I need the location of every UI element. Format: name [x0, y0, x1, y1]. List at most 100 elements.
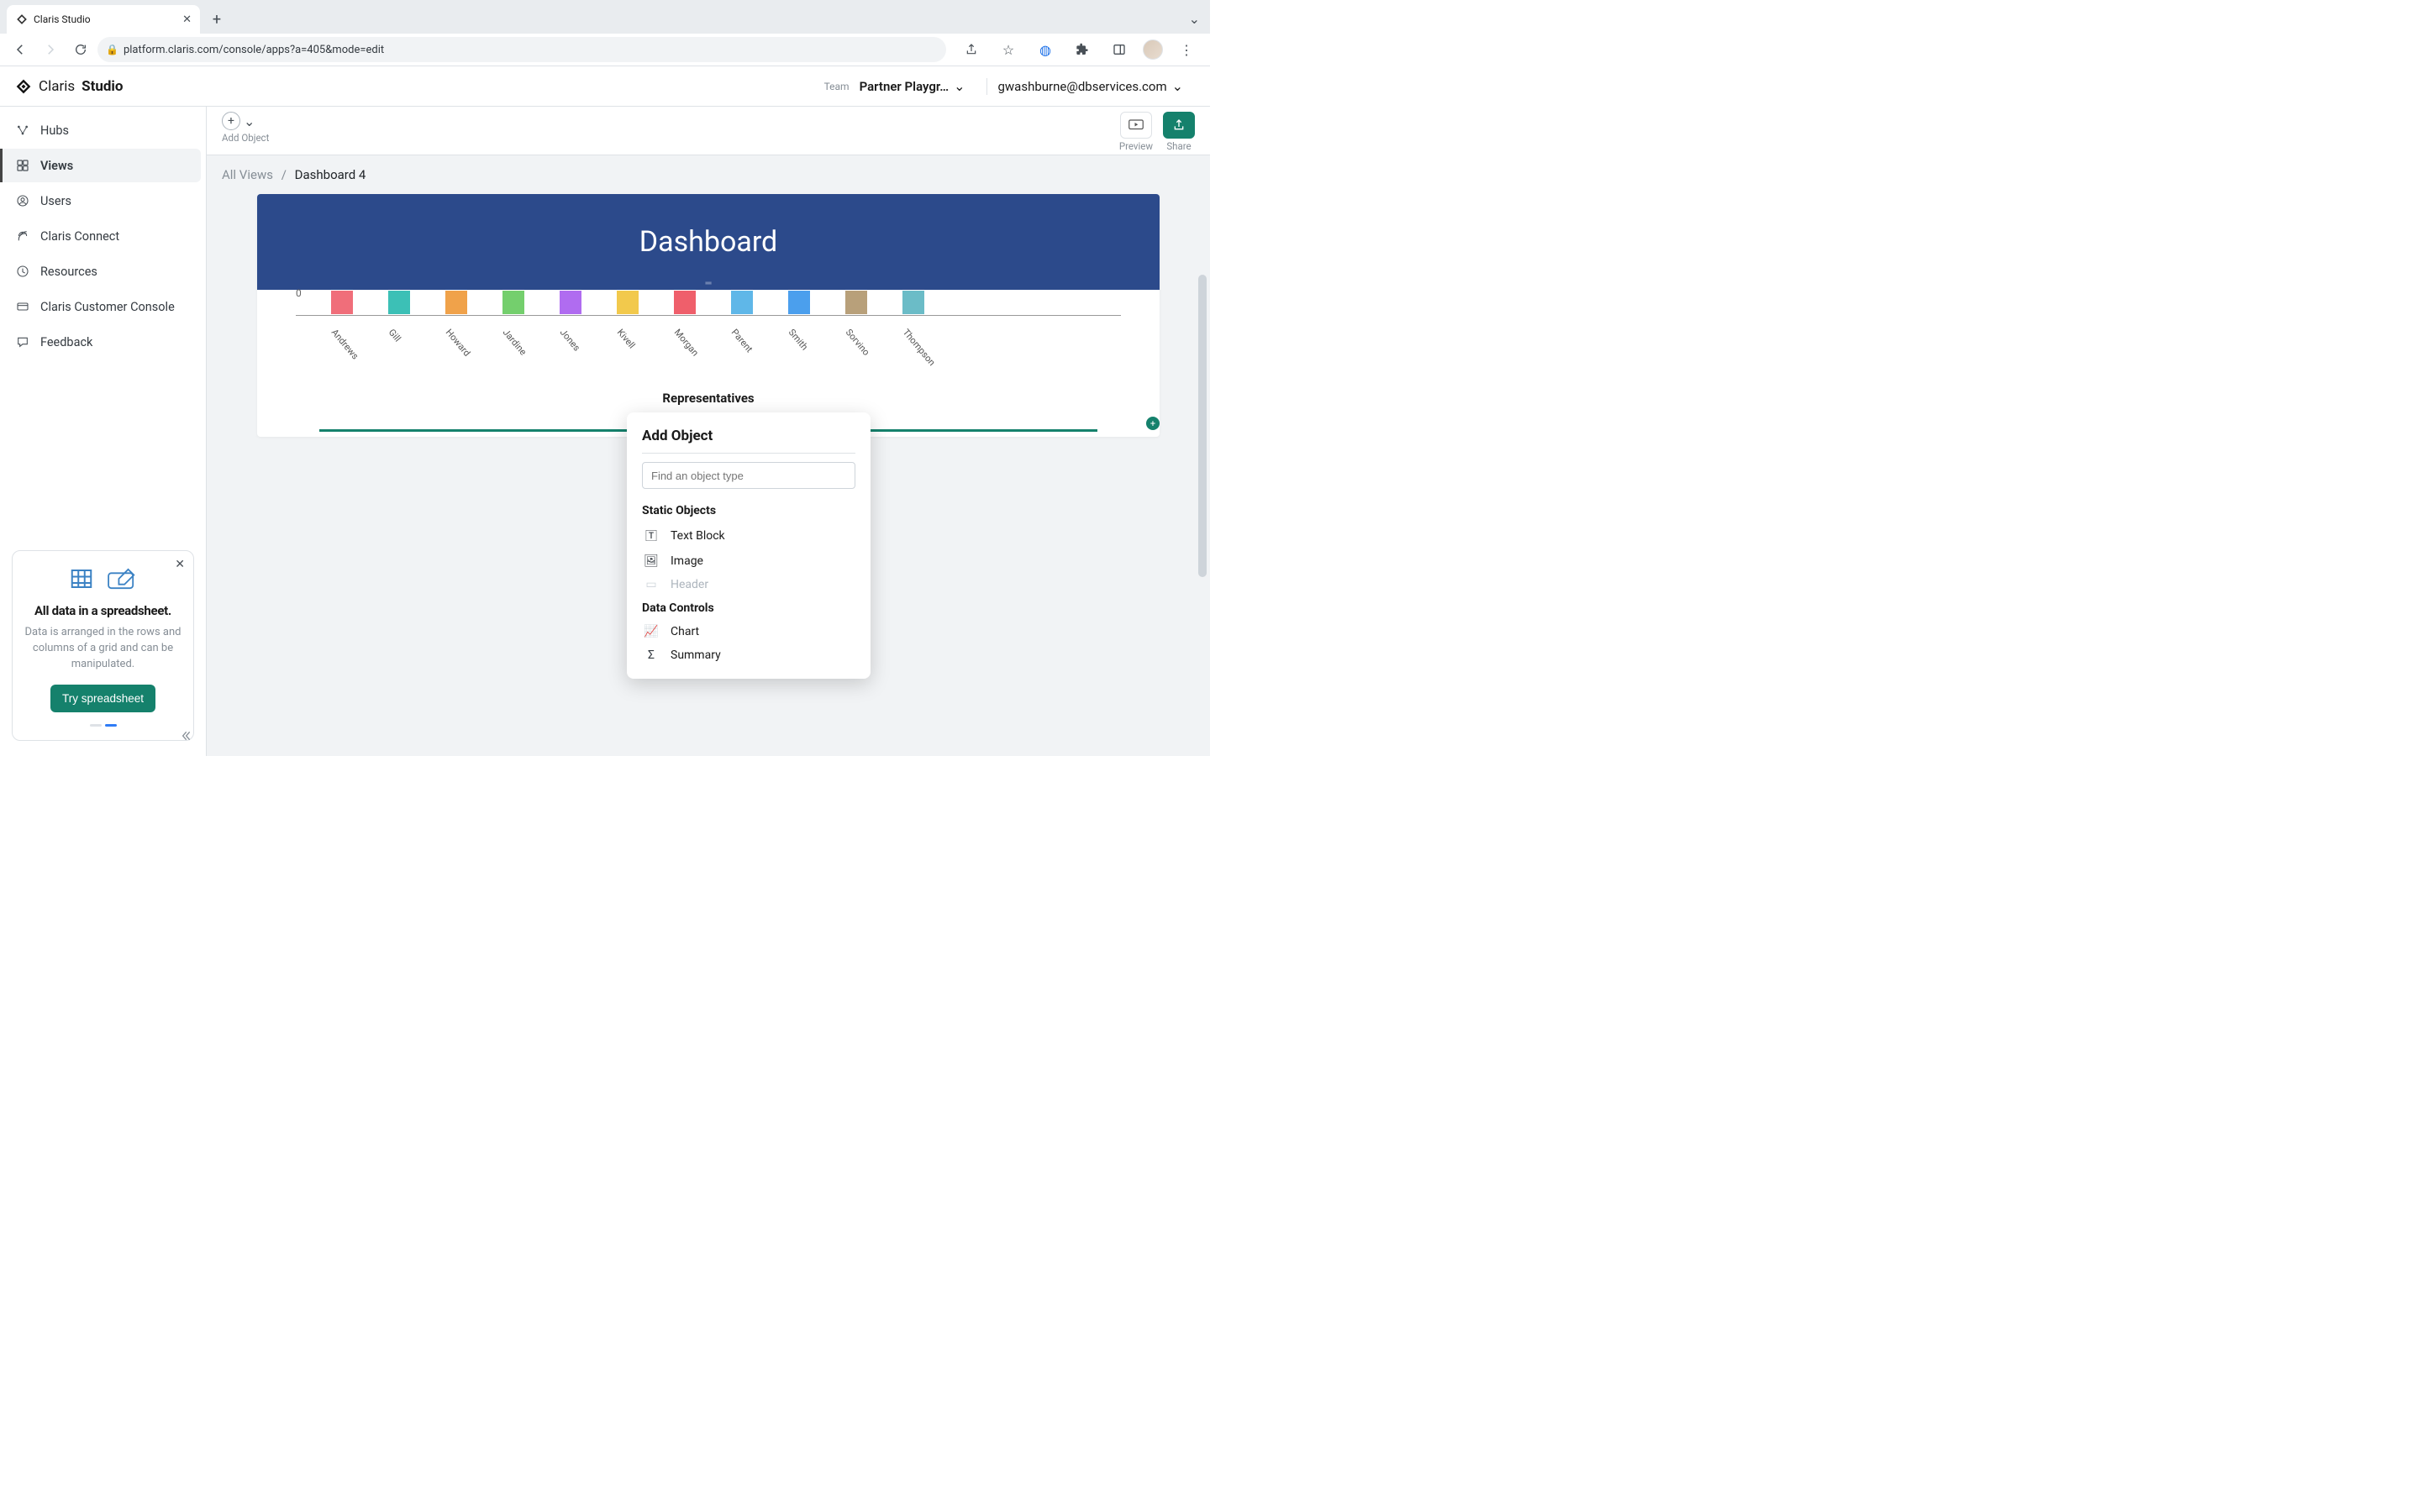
extensions-icon[interactable] — [1069, 36, 1096, 63]
share-icon[interactable] — [958, 36, 985, 63]
chart-bar — [445, 291, 467, 314]
breadcrumb-sep: / — [281, 167, 287, 182]
popover-option-label: Image — [671, 554, 703, 568]
chart-block[interactable]: 0 AndrewsGillHowardJardineJonesKivellMor… — [257, 315, 1160, 423]
lock-icon: 🔒 — [106, 44, 118, 55]
user-menu[interactable]: gwashburne@dbservices.com ⌄ — [997, 78, 1183, 94]
profile-avatar[interactable] — [1143, 39, 1163, 60]
preview-label: Preview — [1119, 140, 1153, 152]
sidebar-item-feedback[interactable]: Feedback — [5, 325, 201, 359]
sidebar-item-views[interactable]: Views — [0, 149, 201, 182]
sidebar-item-label: Feedback — [40, 335, 92, 349]
popover-group-label: Data Controls — [642, 601, 855, 615]
add-object-popover: Add Object Static Objects 🅃Text Block 🖼 Ima… — [627, 412, 871, 679]
header-icon: ▭ — [644, 578, 659, 591]
edit-card-icon — [108, 566, 139, 591]
x-tick-label: Parent — [723, 319, 745, 343]
sidebar-item-hubs[interactable]: Hubs — [5, 113, 201, 147]
content-toolbar: +⌄ Add Object Preview Share — [207, 107, 1210, 155]
promo-pagination[interactable] — [24, 724, 182, 727]
x-tick-label: Jardine — [494, 319, 517, 343]
sidebar-item-resources[interactable]: Resources — [5, 255, 201, 288]
add-object-label: Add Object — [222, 132, 269, 144]
search-input[interactable] — [642, 462, 855, 489]
team-picker[interactable]: Team Partner Playgr… ⌄ — [824, 78, 965, 94]
x-tick-label: Jones — [551, 319, 574, 343]
popover-option-text[interactable]: 🅃Text Block — [642, 522, 855, 549]
sidebar-item-label: Views — [40, 159, 73, 173]
popover-option-label: Text Block — [671, 529, 725, 543]
brand-logo[interactable]: Claris Studio — [15, 78, 124, 95]
resources-icon — [15, 265, 30, 278]
close-tab-icon[interactable]: ✕ — [182, 13, 192, 26]
team-name: Partner Playgr… — [860, 79, 950, 94]
close-icon[interactable]: ✕ — [175, 558, 185, 571]
x-tick-label: Smith — [780, 319, 802, 343]
popover-title: Add Object — [642, 428, 855, 444]
sidebar-item-label: Claris Connect — [40, 229, 119, 244]
browser-tab[interactable]: Claris Studio ✕ — [7, 5, 200, 34]
x-tick-label: Andrews — [323, 319, 345, 343]
image-icon: 🖼 — [644, 554, 659, 568]
brand-word2: Studio — [82, 78, 123, 95]
chevron-down-icon: ⌄ — [244, 113, 255, 129]
address-bar[interactable]: 🔒 platform.claris.com/console/apps?a=405… — [97, 37, 946, 62]
promo-body: Data is arranged in the rows and columns… — [24, 625, 182, 673]
new-tab-button[interactable]: + — [205, 8, 229, 31]
reload-button[interactable] — [67, 36, 94, 63]
extension-1password-icon[interactable]: ◍ — [1032, 36, 1059, 63]
popover-option-label: Summary — [671, 648, 721, 662]
chart-bar — [331, 291, 353, 314]
share-button[interactable]: Share — [1163, 112, 1195, 152]
dashboard-page: Dashboard ═ 0 AndrewsGillHowardJardineJo… — [257, 194, 1160, 437]
users-icon — [15, 194, 30, 207]
chevron-down-icon: ⌄ — [954, 78, 965, 94]
preview-button[interactable]: Preview — [1119, 112, 1153, 152]
sidebar-item-connect[interactable]: Claris Connect — [5, 219, 201, 253]
chart-bar — [502, 291, 524, 314]
summary-icon: Σ — [644, 648, 659, 662]
forward-button[interactable] — [37, 36, 64, 63]
promo-card: ✕ All data in a spreadsheet. Data is arr… — [12, 550, 194, 741]
chart-bar — [674, 291, 696, 314]
content-area: +⌄ Add Object Preview Share All Views / … — [207, 107, 1210, 756]
sidebar-item-console[interactable]: Claris Customer Console — [5, 290, 201, 323]
popover-option-label: Header — [671, 578, 708, 591]
breadcrumb-root[interactable]: All Views — [222, 167, 273, 182]
popover-option-chart[interactable]: 📈Chart — [642, 620, 855, 643]
tabs-caret-icon[interactable]: ⌄ — [1189, 11, 1200, 27]
chart-title: Representatives — [296, 391, 1121, 406]
sidebar-item-label: Users — [40, 194, 71, 208]
popover-option-summary[interactable]: Σ Summary — [642, 643, 855, 667]
promo-cta-button[interactable]: Try spreadsheet — [50, 685, 155, 712]
chart-bar — [731, 291, 753, 314]
sidepanel-icon[interactable] — [1106, 36, 1133, 63]
browser-chrome: Claris Studio ✕ + ⌄ 🔒 platform.claris.co… — [0, 0, 1210, 66]
sidebar-item-label: Resources — [40, 265, 97, 279]
x-tick-label: Kivell — [608, 319, 631, 343]
bookmark-icon[interactable]: ☆ — [995, 36, 1022, 63]
collapse-sidebar-icon[interactable] — [179, 729, 192, 743]
popover-group-label: Static Objects — [642, 504, 855, 517]
favicon-icon — [15, 13, 29, 26]
x-tick-label: Sorvino — [837, 319, 860, 343]
sidebar-item-users[interactable]: Users — [5, 184, 201, 218]
sidebar-item-label: Hubs — [40, 123, 69, 138]
popover-option-image[interactable]: 🖼 Image — [642, 549, 855, 573]
sidebar: Hubs Views Users Claris Connect Resources Cla… — [0, 107, 207, 756]
add-object-button[interactable]: +⌄ Add Object — [222, 112, 269, 144]
drag-handle-icon[interactable]: ═ — [705, 279, 711, 288]
divider — [986, 78, 987, 95]
add-row-icon[interactable]: + — [1146, 417, 1160, 430]
chevron-down-icon: ⌄ — [1172, 78, 1183, 94]
content-scrollbar[interactable] — [1198, 275, 1207, 577]
connect-icon — [15, 229, 30, 243]
share-label: Share — [1166, 140, 1191, 152]
chrome-menu-icon[interactable]: ⋮ — [1173, 36, 1200, 63]
back-button[interactable] — [7, 36, 34, 63]
plus-icon: + — [222, 112, 240, 130]
hero-header[interactable]: Dashboard ═ — [257, 194, 1160, 290]
hubs-icon — [15, 123, 30, 137]
chart-bar — [388, 291, 410, 314]
chart-bar — [845, 291, 867, 314]
